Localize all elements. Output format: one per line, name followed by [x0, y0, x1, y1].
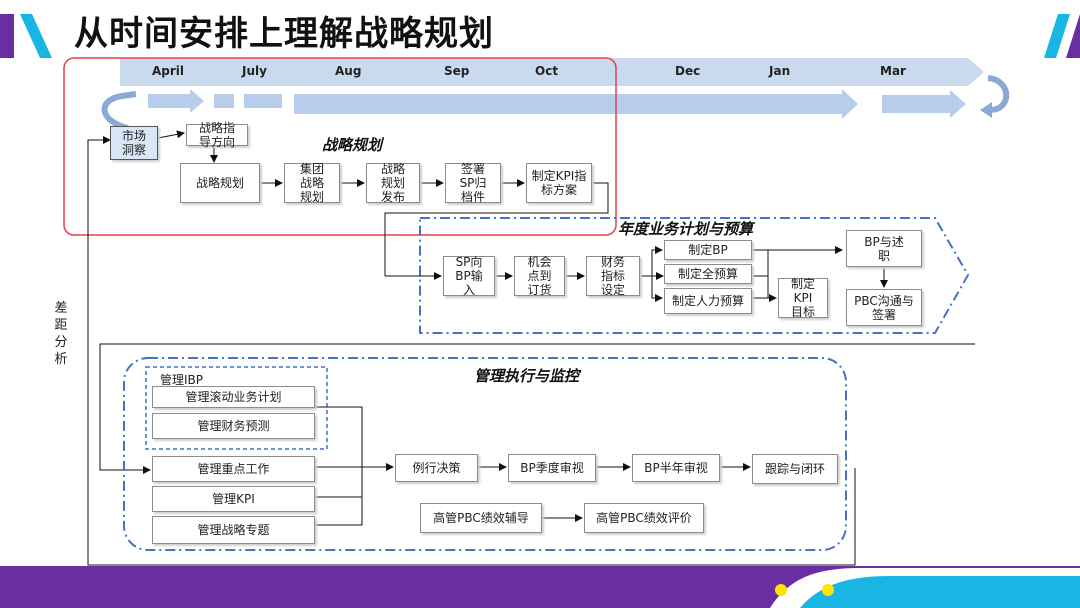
- strategy-step-2-label: 集团战略规划: [299, 162, 324, 204]
- arrow-main: [294, 89, 858, 119]
- plan-hr-budget-box: 制定人力预算: [664, 288, 752, 314]
- plan-budget-box: 制定全预算: [664, 264, 752, 284]
- strategy-step-5-label: 制定KPI指标方案: [531, 169, 587, 197]
- exec-item-1-label: 管理重点工作: [197, 462, 270, 476]
- decor-dot-2: [822, 584, 834, 596]
- arrow-jan: [882, 90, 966, 118]
- annual-section-title: 年度业务计划与预算: [618, 220, 754, 238]
- exec-flow-4-label: 跟踪与闭环: [764, 462, 825, 476]
- exec-flow-4: 跟踪与闭环: [752, 454, 838, 484]
- exec-item-3: 管理战略专题: [152, 516, 315, 544]
- arrow-april: [148, 89, 204, 113]
- month-oct: Oct: [535, 64, 559, 78]
- ibp-item-1: 管理滚动业务计划: [152, 386, 315, 408]
- annual-step-2-label: 机会点到订货: [527, 255, 552, 297]
- pbc-eval-box: 高管PBC绩效评价: [584, 503, 704, 533]
- annual-step-3-label: 财务指标设定: [600, 255, 625, 297]
- bp-report-box: BP与述职: [846, 230, 922, 267]
- exec-flow-3-label: BP半年审视: [644, 461, 708, 475]
- plan-hr-budget-label: 制定人力预算: [672, 294, 745, 308]
- arrow-aug: [244, 94, 282, 108]
- arrow-july: [214, 94, 234, 108]
- pbc-coach-box: 高管PBC绩效辅导: [420, 503, 542, 533]
- strategy-step-4-label: 签署SP归档件: [459, 162, 487, 204]
- month-dec: Dec: [675, 64, 701, 78]
- strategy-step-3-label: 战略规划发布: [380, 162, 405, 204]
- kpi-target-box: 制定KPI目标: [778, 277, 828, 319]
- strategy-step-1-label: 战略规划: [195, 176, 244, 190]
- annual-step-1-label: SP向BP输入: [455, 255, 483, 297]
- decor-dot-1: [775, 584, 787, 596]
- exec-flow-1: 例行决策: [395, 454, 478, 482]
- pbc-box: PBC沟通与签署: [846, 289, 922, 326]
- month-aug: Aug: [335, 64, 362, 78]
- strategy-section-title: 战略规划: [322, 136, 383, 154]
- exec-item-2: 管理KPI: [152, 486, 315, 512]
- pbc-eval-label: 高管PBC绩效评价: [596, 511, 692, 525]
- market-insight-label: 市场洞察: [121, 129, 146, 157]
- exec-flow-3: BP半年审视: [632, 454, 720, 482]
- exec-flow-2: BP季度审视: [508, 454, 596, 482]
- month-april: April: [152, 64, 185, 78]
- month-sep: Sep: [444, 64, 470, 78]
- ibp-item-2: 管理财务预测: [152, 413, 315, 439]
- gap-analysis-label: 差距分析: [54, 301, 68, 367]
- direction-label: 战略指导方向: [198, 121, 235, 149]
- strategy-step-5: 制定KPI指标方案: [526, 163, 592, 203]
- market-insight-box: 市场洞察: [110, 126, 158, 160]
- strategy-step-4: 签署SP归档件: [445, 162, 501, 204]
- pbc-label: PBC沟通与签署: [854, 293, 914, 322]
- plan-bp-label: 制定BP: [688, 243, 728, 257]
- exec-flow-1-label: 例行决策: [412, 461, 461, 475]
- strategy-step-3: 战略规划发布: [366, 162, 420, 204]
- bottom-decoration: [0, 566, 1080, 608]
- pbc-coach-label: 高管PBC绩效辅导: [433, 511, 529, 525]
- strategy-step-2: 集团战略规划: [284, 162, 340, 204]
- annual-step-3: 财务指标设定: [586, 255, 640, 297]
- plan-bp-box: 制定BP: [664, 240, 752, 260]
- month-mar: Mar: [880, 64, 906, 78]
- cycle-arrow-left: [101, 91, 137, 131]
- annual-step-2: 机会点到订货: [514, 255, 565, 297]
- month-jan: Jan: [769, 64, 791, 78]
- annual-step-1: SP向BP输入: [443, 255, 495, 297]
- exec-item-3-label: 管理战略专题: [197, 523, 270, 537]
- ibp-item-2-label: 管理财务预测: [197, 419, 270, 433]
- exec-section-title: 管理执行与监控: [474, 367, 580, 385]
- plan-budget-label: 制定全预算: [677, 267, 738, 281]
- ibp-item-1-label: 管理滚动业务计划: [185, 390, 282, 404]
- bp-report-label: BP与述职: [864, 234, 904, 263]
- exec-flow-2-label: BP季度审视: [520, 461, 584, 475]
- month-july: July: [242, 64, 267, 78]
- exec-item-1: 管理重点工作: [152, 456, 315, 482]
- direction-box: 战略指导方向: [186, 121, 248, 149]
- exec-item-2-label: 管理KPI: [212, 492, 255, 506]
- strategy-step-1: 战略规划: [180, 163, 260, 203]
- kpi-target-label: 制定KPI目标: [790, 277, 815, 319]
